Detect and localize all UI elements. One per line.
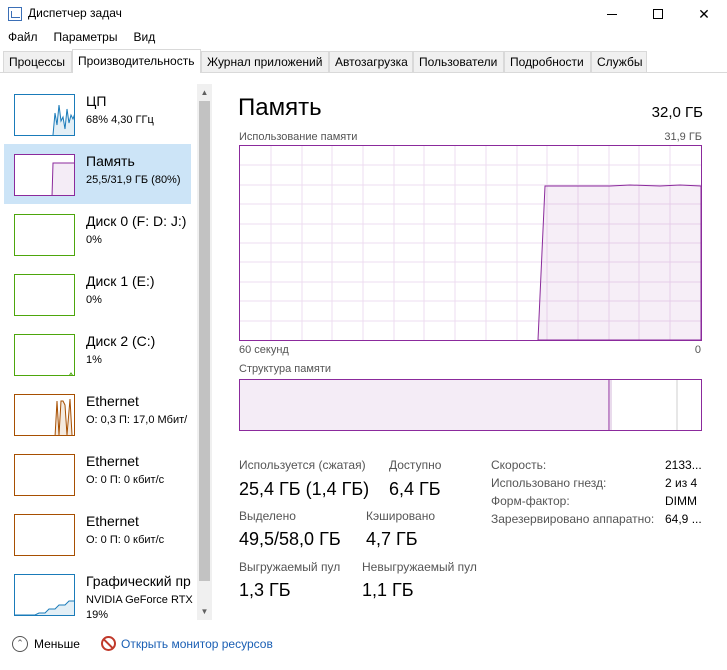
sidebar-item-name: Диск 2 (C:) xyxy=(86,333,156,349)
disk0-thumbnail xyxy=(14,214,75,256)
tab-services[interactable]: Службы xyxy=(591,51,647,72)
usage-chart-max: 31,9 ГБ xyxy=(664,131,702,143)
ethernet3-thumbnail xyxy=(14,514,75,556)
scroll-thumb[interactable] xyxy=(199,101,210,581)
sidebar-item-disk2[interactable]: Диск 2 (C:) 1% xyxy=(4,324,191,384)
maximize-button[interactable] xyxy=(635,0,681,28)
sidebar-item-sub: О: 0,3 П: 17,0 Мбит/ xyxy=(86,414,188,426)
maximize-icon xyxy=(653,9,663,19)
paged-pool-value: 1,3 ГБ xyxy=(239,580,291,600)
ethernet2-thumbnail xyxy=(14,454,75,496)
task-manager-icon xyxy=(8,7,22,21)
nonpaged-pool-label: Невыгружаемый пул xyxy=(362,560,477,574)
spec-form-label: Форм-фактор: xyxy=(491,494,570,508)
available-value: 6,4 ГБ xyxy=(389,479,441,499)
sidebar-item-name: Диск 1 (E:) xyxy=(86,273,155,289)
sidebar-item-ethernet2[interactable]: Ethernet О: 0 П: 0 кбит/с xyxy=(4,444,191,504)
spec-speed-value: 2133... xyxy=(665,458,702,472)
sidebar-item-sub: 0% xyxy=(86,294,102,306)
usage-chart-label: Использование памяти xyxy=(239,131,358,143)
nonpaged-pool-value: 1,1 ГБ xyxy=(362,580,414,600)
in-use-label: Используется (сжатая) xyxy=(239,458,366,472)
spec-reserved-label: Зарезервировано аппаратно: xyxy=(491,512,655,526)
disk2-thumbnail xyxy=(14,334,75,376)
tab-performance[interactable]: Производительность xyxy=(72,49,201,73)
available-label: Доступно xyxy=(389,458,442,472)
sidebar-item-sub: О: 0 П: 0 кбит/с xyxy=(86,474,165,486)
spec-speed-label: Скорость: xyxy=(491,458,547,472)
memory-usage-graph xyxy=(240,146,702,341)
less-details-button[interactable]: Меньше xyxy=(34,637,80,651)
close-icon: ✕ xyxy=(698,5,710,22)
gpu-thumbnail xyxy=(14,574,75,616)
page-title: Память xyxy=(238,94,322,121)
menu-file[interactable]: Файл xyxy=(0,28,46,48)
sidebar-item-disk0[interactable]: Диск 0 (F: D: J:) 0% xyxy=(4,204,191,264)
memory-total: 32,0 ГБ xyxy=(651,104,703,121)
sidebar-scrollbar[interactable]: ▲ ▼ xyxy=(197,84,212,620)
sidebar-item-name: Ethernet xyxy=(86,393,139,409)
spec-form-value: DIMM xyxy=(665,494,697,508)
sidebar-item-sub: NVIDIA GeForce RTX xyxy=(86,594,193,606)
chevron-up-icon[interactable]: ⌃ xyxy=(12,636,28,652)
title-bar: Диспетчер задач ✕ xyxy=(0,0,727,28)
open-resource-monitor-link[interactable]: Открыть монитор ресурсов xyxy=(121,637,273,651)
minimize-icon xyxy=(607,13,617,15)
spec-reserved-value: 64,9 ... xyxy=(665,512,702,526)
sidebar-item-gpu[interactable]: Графический пр NVIDIA GeForce RTX 19% xyxy=(4,564,193,624)
menu-view[interactable]: Вид xyxy=(125,28,163,48)
structure-label: Структура памяти xyxy=(239,363,332,375)
tab-users[interactable]: Пользователи xyxy=(413,51,504,72)
sidebar-item-sub: 25,5/31,9 ГБ (80%) xyxy=(86,174,181,186)
window-title: Диспетчер задач xyxy=(28,6,122,20)
sidebar-item-sub: 0% xyxy=(86,234,102,246)
minimize-button[interactable] xyxy=(589,0,635,28)
sidebar: ЦП 68% 4,30 ГГц Память 25,5/31,9 ГБ (80%… xyxy=(0,74,213,624)
tab-processes[interactable]: Процессы xyxy=(3,51,72,72)
close-button[interactable]: ✕ xyxy=(681,0,727,28)
sidebar-item-sub2: 19% xyxy=(86,609,109,621)
memory-structure-bar xyxy=(239,379,702,431)
cached-value: 4,7 ГБ xyxy=(366,529,418,549)
scroll-up-icon[interactable]: ▲ xyxy=(197,84,212,101)
sidebar-item-name: ЦП xyxy=(86,93,107,109)
committed-label: Выделено xyxy=(239,509,296,523)
tab-startup[interactable]: Автозагрузка xyxy=(329,51,413,72)
axis-right-label: 0 xyxy=(694,344,701,356)
spec-slots-value: 2 из 4 xyxy=(665,476,698,490)
cpu-thumbnail xyxy=(14,94,75,136)
tab-bar: Процессы Производительность Журнал прило… xyxy=(0,49,727,73)
cached-label: Кэшировано xyxy=(366,509,436,523)
ethernet1-thumbnail xyxy=(14,394,75,436)
in-use-value: 25,4 ГБ (1,4 ГБ) xyxy=(239,479,370,499)
sidebar-item-name: Ethernet xyxy=(86,453,139,469)
menu-bar: Файл Параметры Вид xyxy=(0,28,727,48)
sidebar-item-sub: 1% xyxy=(86,354,102,366)
sidebar-item-name: Память xyxy=(86,153,135,169)
tab-details[interactable]: Подробности xyxy=(504,51,591,72)
sidebar-item-sub: О: 0 П: 0 кбит/с xyxy=(86,534,165,546)
sidebar-item-disk1[interactable]: Диск 1 (E:) 0% xyxy=(4,264,191,324)
sidebar-item-memory[interactable]: Память 25,5/31,9 ГБ (80%) xyxy=(4,144,191,204)
resource-monitor-icon[interactable] xyxy=(101,636,116,651)
spec-slots-label: Использовано гнезд: xyxy=(491,476,607,490)
memory-usage-chart xyxy=(239,145,702,341)
sidebar-item-ethernet3[interactable]: Ethernet О: 0 П: 0 кбит/с xyxy=(4,504,191,564)
sidebar-item-ethernet1[interactable]: Ethernet О: 0,3 П: 17,0 Мбит/ xyxy=(4,384,191,444)
sidebar-item-name: Ethernet xyxy=(86,513,139,529)
disk1-thumbnail xyxy=(14,274,75,316)
axis-left-label: 60 секунд xyxy=(239,344,289,356)
memory-thumbnail xyxy=(14,154,75,196)
scroll-down-icon[interactable]: ▼ xyxy=(197,603,212,620)
sidebar-item-cpu[interactable]: ЦП 68% 4,30 ГГц xyxy=(4,84,191,144)
footer: ⌃ Меньше Открыть монитор ресурсов xyxy=(0,628,727,670)
sidebar-item-name: Графический пр xyxy=(86,573,191,589)
sidebar-item-name: Диск 0 (F: D: J:) xyxy=(86,213,187,229)
tab-app-history[interactable]: Журнал приложений xyxy=(201,51,329,72)
menu-options[interactable]: Параметры xyxy=(46,28,126,48)
committed-value: 49,5/58,0 ГБ xyxy=(239,529,341,549)
paged-pool-label: Выгружаемый пул xyxy=(239,560,341,574)
sidebar-item-sub: 68% 4,30 ГГц xyxy=(86,114,154,126)
